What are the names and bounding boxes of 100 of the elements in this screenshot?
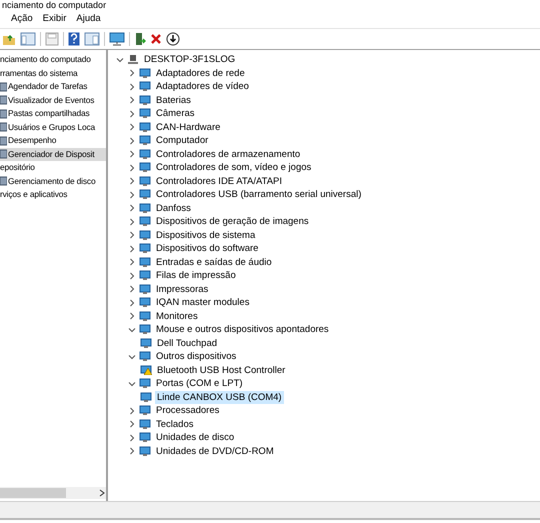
console-tree-icon[interactable]: [20, 32, 36, 46]
help-icon[interactable]: [68, 32, 80, 46]
window-title: nciamento do computador: [2, 0, 106, 10]
device-icon: [139, 284, 151, 295]
chevron-icon[interactable]: [128, 150, 136, 158]
device-icon: [139, 243, 151, 254]
device-icon: [139, 176, 151, 187]
chevron-icon[interactable]: [128, 69, 136, 78]
device-icon: [139, 189, 151, 200]
chevron-icon[interactable]: [128, 312, 136, 320]
device-tree-item[interactable]: Dispositivos do software: [154, 242, 260, 256]
device-icon: [139, 94, 151, 106]
device-tree-item[interactable]: Mouse e outros dispositivos apontadores: [154, 323, 331, 336]
scroll-right-icon[interactable]: [98, 488, 106, 498]
device-tree-item[interactable]: Portas (COM e LPT): [154, 377, 245, 390]
device-tree-item[interactable]: Impressoras: [154, 282, 210, 296]
nav-tree-item[interactable]: nciamento do computado: [0, 53, 106, 66]
device-icon: [139, 148, 151, 160]
nav-tree-item[interactable]: Gerenciamento de disco: [0, 174, 106, 188]
chevron-icon[interactable]: [128, 204, 136, 212]
nav-tree-item[interactable]: Usuários e Grupos Loca: [0, 120, 106, 134]
pane-icon[interactable]: [84, 32, 100, 46]
computer-icon: [127, 54, 139, 66]
chevron-icon[interactable]: [128, 164, 136, 172]
chevron-icon[interactable]: [128, 352, 136, 361]
device-icon: [139, 324, 151, 336]
nav-tree-item[interactable]: Desempenho: [0, 134, 106, 148]
close-icon[interactable]: [150, 32, 162, 46]
device-tree-item[interactable]: Unidades de disco: [154, 431, 236, 444]
device-icon: [139, 256, 151, 268]
device-icon: [139, 230, 151, 241]
chevron-icon[interactable]: [128, 326, 136, 334]
device-tree-item[interactable]: Adaptadores de vídeo: [154, 80, 251, 94]
device-tree-item[interactable]: Câmeras: [154, 107, 197, 120]
device-tree-item[interactable]: Monitores: [154, 310, 200, 323]
menu-item[interactable]: Ajuda: [71, 12, 106, 26]
device-tree-item[interactable]: Controladores de som, vídeo e jogos: [154, 161, 314, 174]
device-icon: [139, 297, 151, 308]
chevron-icon[interactable]: [128, 110, 136, 118]
device-tree-item[interactable]: Bluetooth USB Host Controller: [155, 364, 288, 377]
chevron-icon[interactable]: [128, 136, 136, 145]
nav-tree-item[interactable]: Gerenciador de Disposit: [0, 148, 106, 161]
nav-tree-item[interactable]: Pastas compartilhadas: [0, 107, 106, 120]
chevron-icon[interactable]: [128, 190, 136, 199]
device-tree-item[interactable]: DESKTOP-3F1SLOG: [142, 53, 238, 66]
device-icon: [139, 68, 151, 79]
nav-tree-item[interactable]: rramentas do sistema: [0, 66, 106, 80]
nav-tree-item[interactable]: rviços e aplicativos: [0, 188, 106, 202]
device-tree-item[interactable]: Entradas e saídas de áudio: [154, 256, 274, 269]
device-tree-item[interactable]: Adaptadores de rede: [154, 66, 247, 80]
chevron-icon[interactable]: [128, 96, 136, 104]
download-circle-icon[interactable]: [166, 32, 180, 46]
device-icon: [139, 378, 151, 390]
chevron-icon[interactable]: [128, 231, 136, 240]
device-tree-item[interactable]: Controladores de armazenamento: [154, 148, 302, 161]
device-icon: [139, 270, 151, 282]
device-icon: [139, 446, 151, 457]
chevron-icon[interactable]: [128, 123, 136, 132]
folder-up-icon[interactable]: [2, 32, 16, 46]
device-tree-item[interactable]: Filas de impressão: [154, 269, 238, 282]
device-tree-item[interactable]: Dell Touchpad: [155, 336, 220, 350]
device-tree-item[interactable]: Outros dispositivos: [154, 350, 238, 364]
chevron-icon[interactable]: [128, 434, 136, 442]
chevron-icon[interactable]: [128, 272, 136, 280]
device-tree-item[interactable]: Dispositivos de geração de imagens: [154, 215, 311, 228]
driver-update-icon[interactable]: [134, 32, 146, 46]
device-tree-item[interactable]: Unidades de DVD/CD-ROM: [154, 444, 276, 458]
chevron-icon[interactable]: [128, 177, 136, 186]
device-tree-item[interactable]: Controladores USB (barramento serial universal): [154, 188, 364, 202]
device-tree-item[interactable]: Computador: [154, 134, 210, 148]
nav-tree-item[interactable]: Visualizador de Eventos: [0, 94, 106, 107]
chevron-icon[interactable]: [128, 244, 136, 253]
device-tree-item[interactable]: Baterias: [154, 94, 193, 107]
device-tree-item[interactable]: CAN-Hardware: [154, 120, 222, 134]
chevron-icon[interactable]: [116, 56, 124, 64]
device-tree-item[interactable]: Teclados: [154, 418, 196, 431]
device-icon: [139, 202, 151, 214]
chevron-icon[interactable]: [128, 420, 136, 428]
device-tree-item[interactable]: Linde CANBOX USB (COM4): [155, 390, 284, 404]
device-tree-item[interactable]: Controladores IDE ATA/ATAPI: [154, 174, 284, 188]
chevron-icon[interactable]: [128, 380, 136, 388]
device-tree-item[interactable]: IQAN master modules: [154, 296, 252, 310]
menu-item[interactable]: Exibir: [38, 12, 72, 26]
chevron-icon[interactable]: [128, 447, 136, 456]
chevron-icon[interactable]: [128, 218, 136, 226]
device-tree-item[interactable]: Danfoss: [154, 202, 193, 215]
chevron-icon[interactable]: [128, 406, 136, 415]
chevron-icon[interactable]: [128, 82, 136, 91]
device-tree-item[interactable]: Dispositivos de sistema: [154, 228, 258, 242]
monitor-icon[interactable]: [109, 32, 125, 46]
device-tree-item[interactable]: Processadores: [154, 404, 222, 418]
chevron-icon[interactable]: [128, 258, 136, 266]
device-icon: [139, 405, 151, 416]
nav-tree-item[interactable]: Agendador de Tarefas: [0, 80, 106, 94]
chevron-icon[interactable]: [128, 298, 136, 307]
device-icon: [139, 418, 151, 430]
nav-tree-item[interactable]: epositório: [0, 161, 106, 174]
menu-item[interactable]: Ação: [6, 12, 38, 26]
horizontal-scrollbar[interactable]: [0, 487, 106, 499]
chevron-icon[interactable]: [128, 285, 136, 294]
